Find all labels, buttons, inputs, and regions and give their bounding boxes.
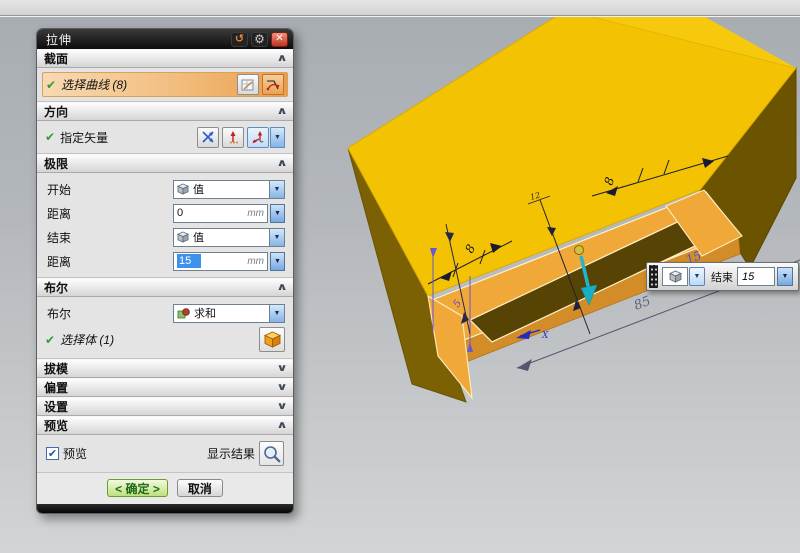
curve-select-button[interactable] [262, 74, 284, 95]
extrude-dialog: 拉伸 ↺ ⚙ ✕ 截面 ∧ ✔ 选择曲线 (8) [36, 28, 294, 514]
cube-icon [177, 231, 189, 243]
specify-vector-label: 指定矢量 [60, 129, 194, 146]
dialog-titlebar[interactable]: 拉伸 ↺ ⚙ ✕ [37, 29, 293, 49]
group-header-draft[interactable]: 拔模 ∨ [37, 359, 293, 378]
boolean-mode-dropdown[interactable]: 求和 ▼ [173, 304, 285, 323]
group-body-limits: 开始 值 ▼ 距离 0 mm [37, 173, 293, 278]
vector-glyph-icon [251, 130, 266, 145]
dropdown-arrow-icon[interactable]: ▼ [269, 181, 284, 198]
group-header-offset[interactable]: 偏置 ∨ [37, 378, 293, 397]
end-distance-spinner[interactable]: ▼ [270, 252, 285, 271]
toolbar-drag-grip[interactable] [649, 265, 658, 288]
end-mode-dropdown-arrow[interactable]: ▼ [689, 267, 705, 286]
sketch-section-button[interactable] [237, 74, 259, 95]
crossed-arrows-icon [201, 130, 215, 144]
unite-icon [177, 307, 190, 320]
show-result-button[interactable] [259, 441, 284, 466]
ok-button[interactable]: < 确定 > [107, 479, 168, 497]
model-extrude-body[interactable] [348, 10, 796, 402]
cancel-button[interactable]: 取消 [177, 479, 223, 497]
preview-checkbox-label: 预览 [63, 445, 87, 462]
select-body-row[interactable]: ✔ 选择体 (1) [42, 325, 288, 354]
check-icon: ✔ [45, 333, 55, 347]
curve-icon [266, 78, 281, 92]
vector-dialog-button[interactable] [197, 127, 219, 148]
dropdown-arrow-icon[interactable]: ▼ [269, 305, 284, 322]
start-distance-spinner[interactable]: ▼ [270, 204, 285, 223]
group-body-direction: ✔ 指定矢量 [37, 121, 293, 154]
group-header-section[interactable]: 截面 ∧ [37, 49, 293, 68]
chevron-down-icon: ∨ [276, 363, 287, 374]
inferred-vector-button[interactable] [222, 127, 244, 148]
start-distance-input[interactable]: 0 mm [173, 204, 268, 223]
group-header-settings[interactable]: 设置 ∨ [37, 397, 293, 416]
boolean-mode-row: 布尔 求和 ▼ [42, 301, 288, 325]
toolbar-strip [0, 0, 800, 16]
vector-type-button[interactable] [247, 127, 269, 148]
cube-icon [177, 183, 189, 195]
boolean-mode-value: 求和 [194, 305, 216, 321]
group-body-preview: ✔ 预览 显示结果 [37, 435, 293, 473]
specify-vector-row[interactable]: ✔ 指定矢量 [42, 125, 288, 149]
close-icon[interactable]: ✕ [271, 32, 288, 47]
chevron-up-icon: ∧ [276, 420, 287, 431]
sketch-grid-icon [241, 78, 255, 92]
end-label: 结束 [45, 229, 173, 246]
dialog-bottom-strip [37, 504, 293, 513]
reset-icon[interactable]: ↺ [231, 32, 248, 47]
check-icon: ✔ [45, 130, 55, 144]
boolean-label: 布尔 [45, 305, 173, 322]
start-distance-row: 距离 0 mm ▼ [42, 201, 288, 225]
chevron-up-icon: ∧ [276, 158, 287, 169]
inferred-vector-icon [227, 130, 240, 144]
gear-icon[interactable]: ⚙ [251, 32, 268, 47]
end-distance-row: 距离 15 mm ▼ [42, 249, 288, 273]
group-body-section: ✔ 选择曲线 (8) [37, 68, 293, 102]
start-mode-value: 值 [193, 181, 204, 197]
end-mode-value: 值 [193, 229, 204, 245]
group-header-direction[interactable]: 方向 ∧ [37, 102, 293, 121]
target-body-button[interactable] [259, 327, 285, 352]
select-curve-label: 选择曲线 (8) [61, 76, 234, 93]
start-label: 开始 [45, 181, 173, 198]
end-field-label: 结束 [711, 269, 733, 285]
vector-type-dropdown-arrow[interactable]: ▼ [270, 127, 285, 148]
chevron-up-icon: ∧ [276, 53, 287, 64]
end-distance-label: 距离 [45, 253, 173, 270]
chevron-down-icon: ∨ [276, 382, 287, 393]
group-body-boolean: 布尔 求和 ▼ ✔ 选择体 (1) [37, 297, 293, 359]
dialog-footer: < 确定 > 取消 [37, 473, 293, 502]
dimension-85-label[interactable]: 85 [632, 294, 653, 314]
select-body-label: 选择体 (1) [60, 331, 259, 348]
end-distance-spinner[interactable]: ▼ [777, 267, 793, 286]
cube-icon [669, 270, 682, 283]
chevron-down-icon: ∨ [276, 401, 287, 412]
dialog-title: 拉伸 [46, 31, 228, 48]
show-result-label: 显示结果 [207, 445, 255, 462]
preview-checkbox[interactable]: ✔ [46, 447, 59, 460]
magnifier-icon [263, 445, 281, 463]
start-distance-label: 距离 [45, 205, 173, 222]
select-curve-row[interactable]: ✔ 选择曲线 (8) [42, 72, 288, 97]
handle-origin-ball[interactable] [575, 246, 584, 255]
start-row: 开始 值 ▼ [42, 177, 288, 201]
orange-cube-icon [263, 330, 282, 349]
x-axis-label: X [541, 331, 549, 341]
start-mode-dropdown[interactable]: 值 ▼ [173, 180, 285, 199]
chevron-up-icon: ∧ [276, 106, 287, 117]
check-icon: ✔ [46, 78, 56, 92]
application-window: 8 8 85 15 5 [0, 0, 800, 553]
group-header-boolean[interactable]: 布尔 ∧ [37, 278, 293, 297]
onscreen-input-toolbar: ▼ 结束 15 ▼ [646, 262, 799, 291]
end-row: 结束 值 ▼ [42, 225, 288, 249]
end-mode-dropdown[interactable]: 值 ▼ [173, 228, 285, 247]
end-mode-button[interactable] [662, 267, 688, 286]
group-header-limits[interactable]: 极限 ∧ [37, 154, 293, 173]
group-header-preview[interactable]: 预览 ∧ [37, 416, 293, 435]
end-distance-input[interactable]: 15 [737, 267, 775, 286]
end-distance-input[interactable]: 15 mm [173, 252, 268, 271]
dropdown-arrow-icon[interactable]: ▼ [269, 229, 284, 246]
chevron-up-icon: ∧ [276, 282, 287, 293]
